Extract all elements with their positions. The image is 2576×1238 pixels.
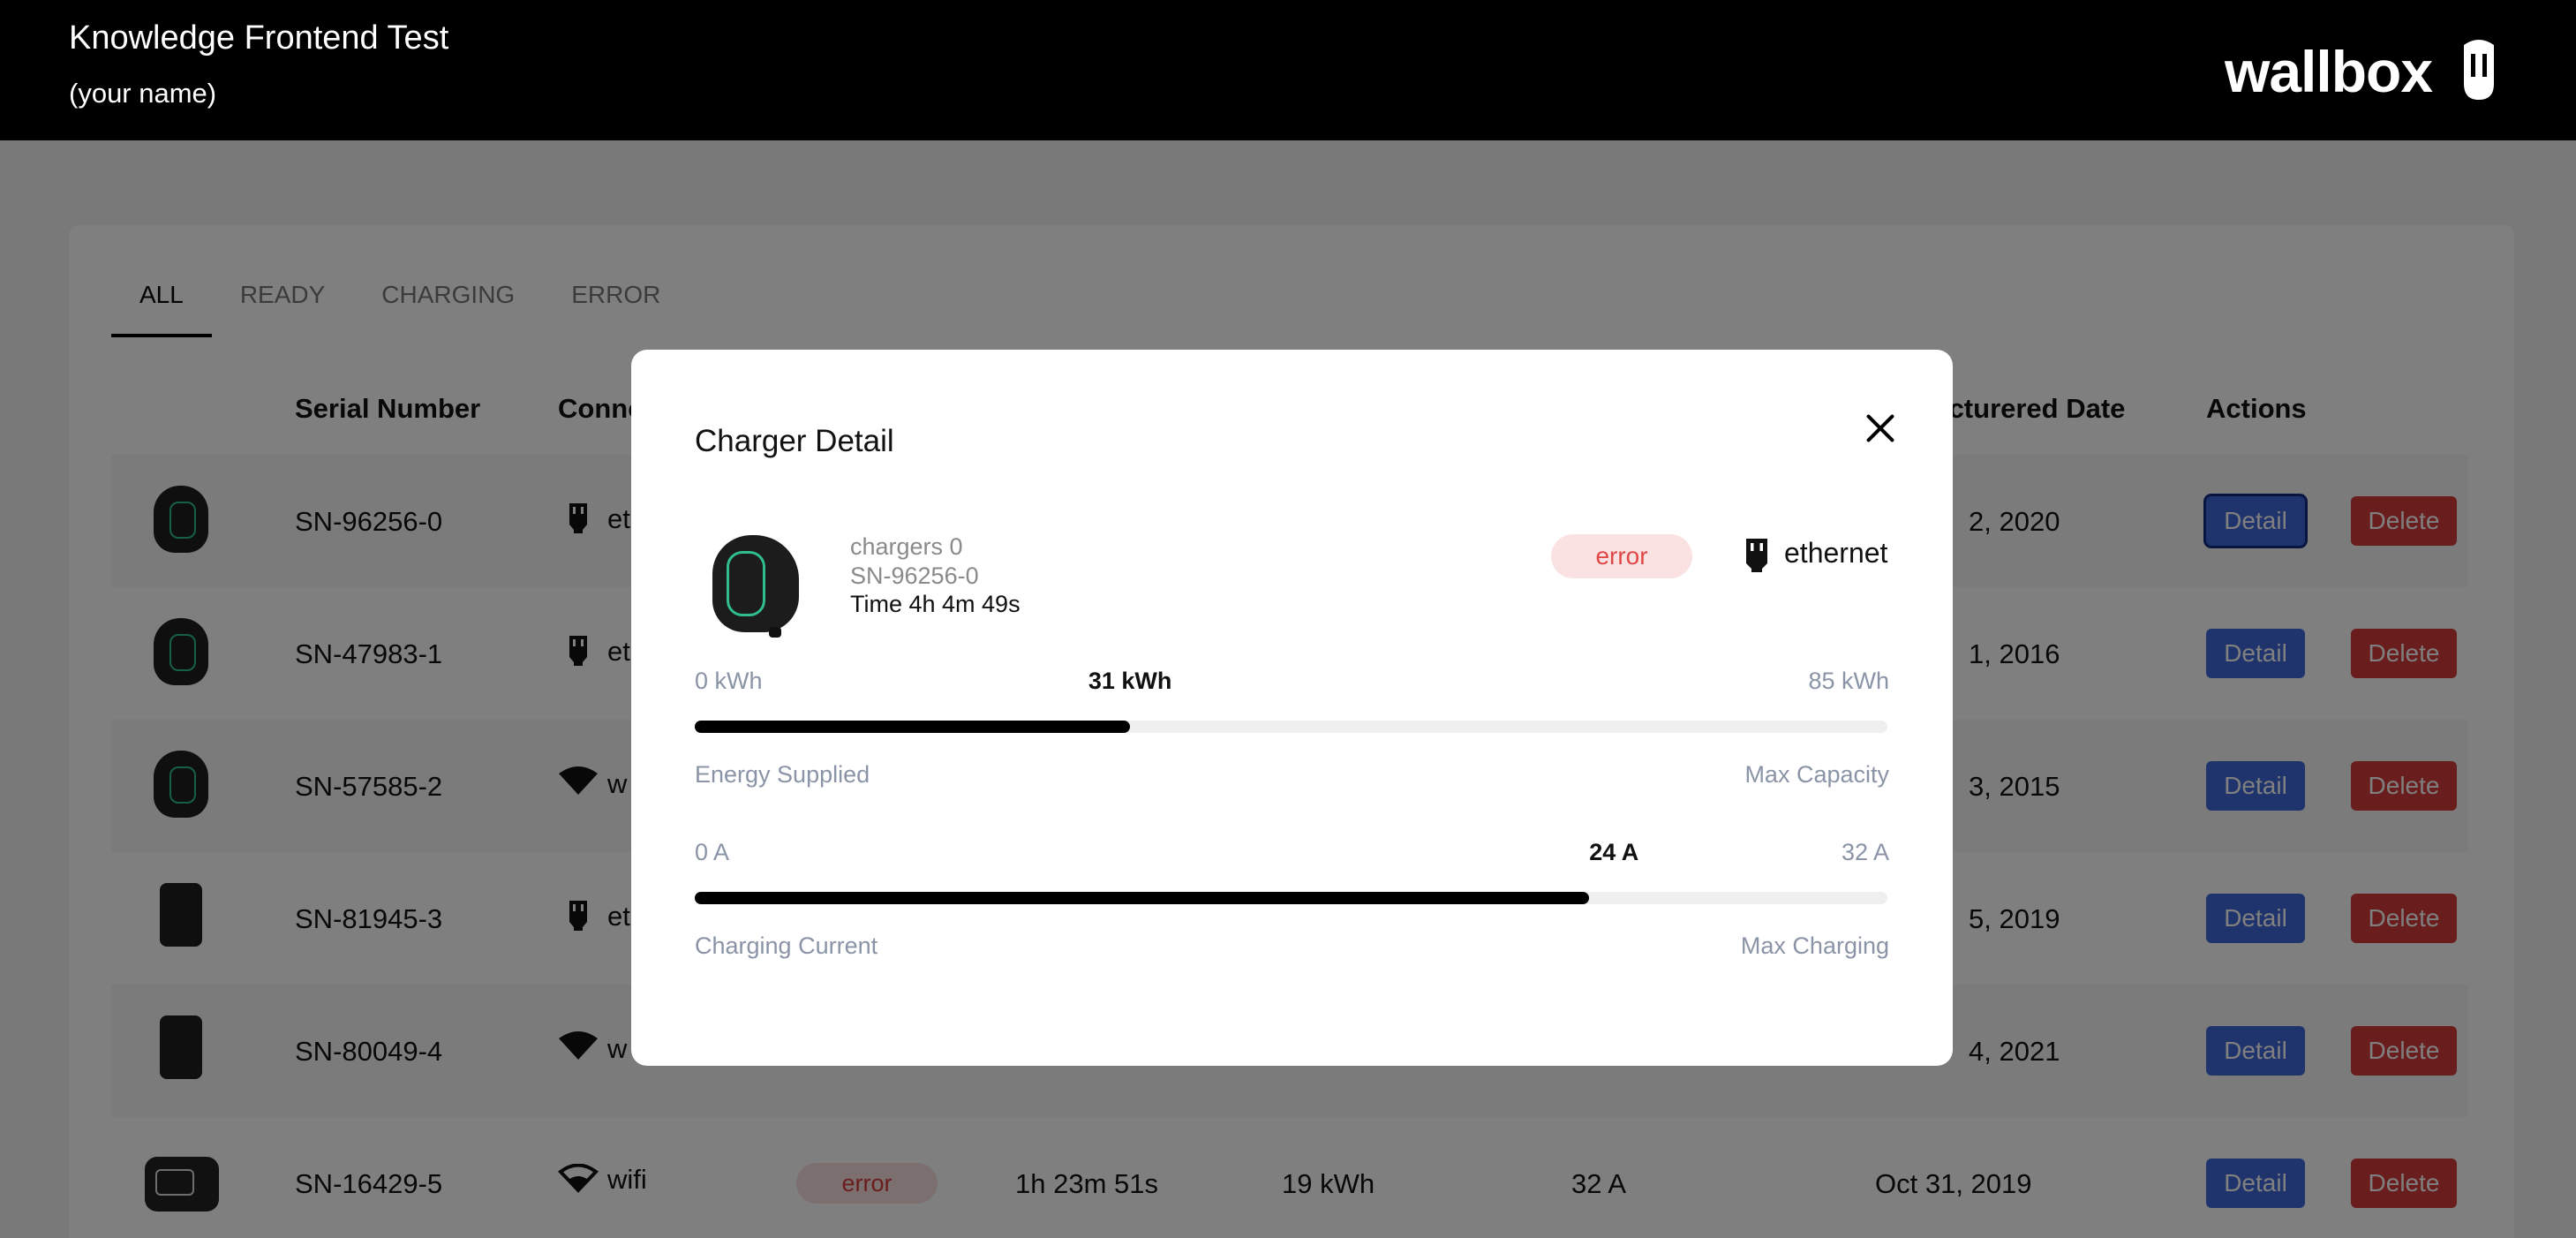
charger-image: [712, 535, 801, 638]
max-capacity-label: Max Capacity: [1744, 761, 1889, 788]
wallbox-mark-icon: [2464, 40, 2495, 100]
ethernet-icon: [1746, 539, 1767, 572]
current-value-label: 24 A: [1589, 839, 1639, 865]
energy-min-label: 0 kWh: [695, 668, 763, 694]
current-progress-bar: [695, 892, 1887, 904]
app-header: Knowledge Frontend Test (your name) wall…: [0, 0, 2576, 140]
max-charging-label: Max Charging: [1740, 932, 1889, 959]
logo-text: wallbox: [2225, 39, 2433, 104]
energy-progress-bar: [695, 721, 1887, 733]
energy-progress-fill: [695, 721, 1131, 733]
charging-time: Time 4h 4m 49s: [850, 591, 1021, 617]
connection-label: ethernet: [1784, 537, 1888, 569]
close-icon[interactable]: [1860, 408, 1901, 449]
energy-supplied-label: Energy Supplied: [695, 761, 870, 788]
current-max-label: 32 A: [1841, 839, 1889, 865]
status-badge: error: [1551, 534, 1692, 578]
current-progress-fill: [695, 892, 1590, 904]
charger-name: chargers 0: [850, 533, 963, 560]
charger-serial: SN-96256-0: [850, 562, 979, 589]
app-subtitle: (your name): [69, 78, 217, 109]
app-title: Knowledge Frontend Test: [69, 19, 449, 57]
current-min-label: 0 A: [695, 839, 730, 865]
energy-current-label: 31 kWh: [1088, 668, 1172, 694]
charging-current-label: Charging Current: [695, 932, 878, 959]
modal-title: Charger Detail: [695, 424, 894, 458]
charger-detail-modal: Charger Detail chargers 0 SN-96256-0 Tim…: [631, 350, 1953, 1066]
wallbox-logo: wallbox: [2225, 32, 2501, 111]
energy-max-label: 85 kWh: [1808, 668, 1889, 694]
